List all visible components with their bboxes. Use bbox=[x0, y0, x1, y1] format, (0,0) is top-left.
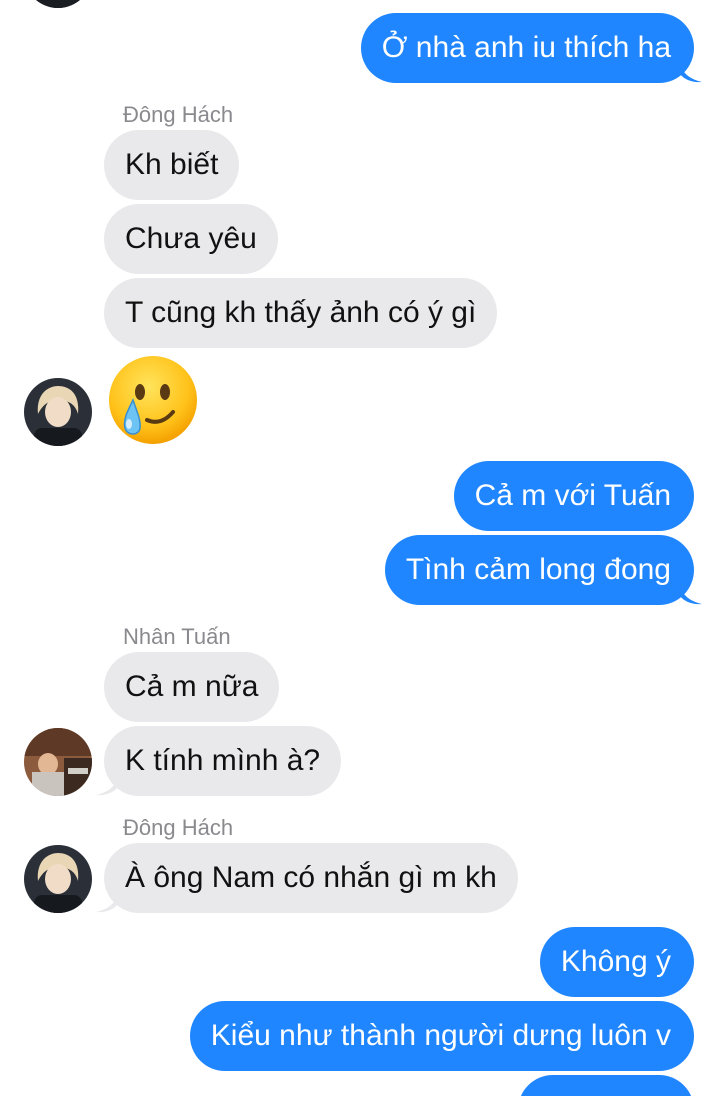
avatar[interactable] bbox=[24, 378, 92, 446]
message-bubble-sent[interactable] bbox=[518, 1075, 694, 1096]
message-text: Kh biết bbox=[125, 148, 219, 181]
message-bubble-received[interactable]: K tính mình à? bbox=[104, 726, 342, 796]
message-bubble-sent[interactable]: Kiểu như thành người dưng luôn v bbox=[189, 1001, 694, 1071]
message-text: Không ý bbox=[560, 945, 671, 978]
message-bubble-received[interactable]: Chưa yêu bbox=[104, 204, 278, 274]
message-text: Cả m với Tuấn bbox=[474, 479, 671, 512]
sender-name: Đông Hách bbox=[123, 815, 234, 840]
message-bubble-sent[interactable]: Ở nhà anh iu thích ha bbox=[360, 13, 694, 83]
message-text: K tính mình à? bbox=[125, 744, 321, 777]
message-text: Ở nhà anh iu thích ha bbox=[381, 31, 671, 64]
crying-smile-emoji-icon[interactable] bbox=[107, 354, 199, 446]
message-bubble-sent[interactable]: Không ý bbox=[539, 927, 694, 997]
message-bubble-received[interactable]: T cũng kh thấy ảnh có ý gì bbox=[104, 278, 498, 348]
sender-name: Đông Hách bbox=[123, 102, 234, 127]
message-bubble-received[interactable]: Kh biết bbox=[104, 130, 240, 200]
message-bubble-received[interactable]: À ông Nam có nhắn gì m kh bbox=[104, 843, 518, 913]
message-bubble-sent[interactable]: Tình cảm long đong bbox=[384, 535, 694, 605]
message-text: Tình cảm long đong bbox=[405, 553, 671, 586]
message-text: Kiểu như thành người dưng luôn v bbox=[210, 1019, 671, 1052]
message-bubble-sent[interactable]: Cả m với Tuấn bbox=[453, 461, 694, 531]
message-text: T cũng kh thấy ảnh có ý gì bbox=[125, 296, 477, 329]
message-text: À ông Nam có nhắn gì m kh bbox=[125, 861, 497, 894]
message-text: Cả m nữa bbox=[125, 670, 259, 703]
sender-name: Nhân Tuấn bbox=[123, 624, 231, 649]
message-thread: Ở nhà anh iu thích ha Đông Hách Kh biết … bbox=[0, 0, 720, 1096]
avatar[interactable] bbox=[24, 728, 92, 796]
message-bubble-received[interactable]: Cả m nữa bbox=[104, 652, 280, 722]
message-text: Chưa yêu bbox=[125, 222, 257, 255]
avatar[interactable] bbox=[24, 0, 92, 8]
avatar[interactable] bbox=[24, 845, 92, 913]
